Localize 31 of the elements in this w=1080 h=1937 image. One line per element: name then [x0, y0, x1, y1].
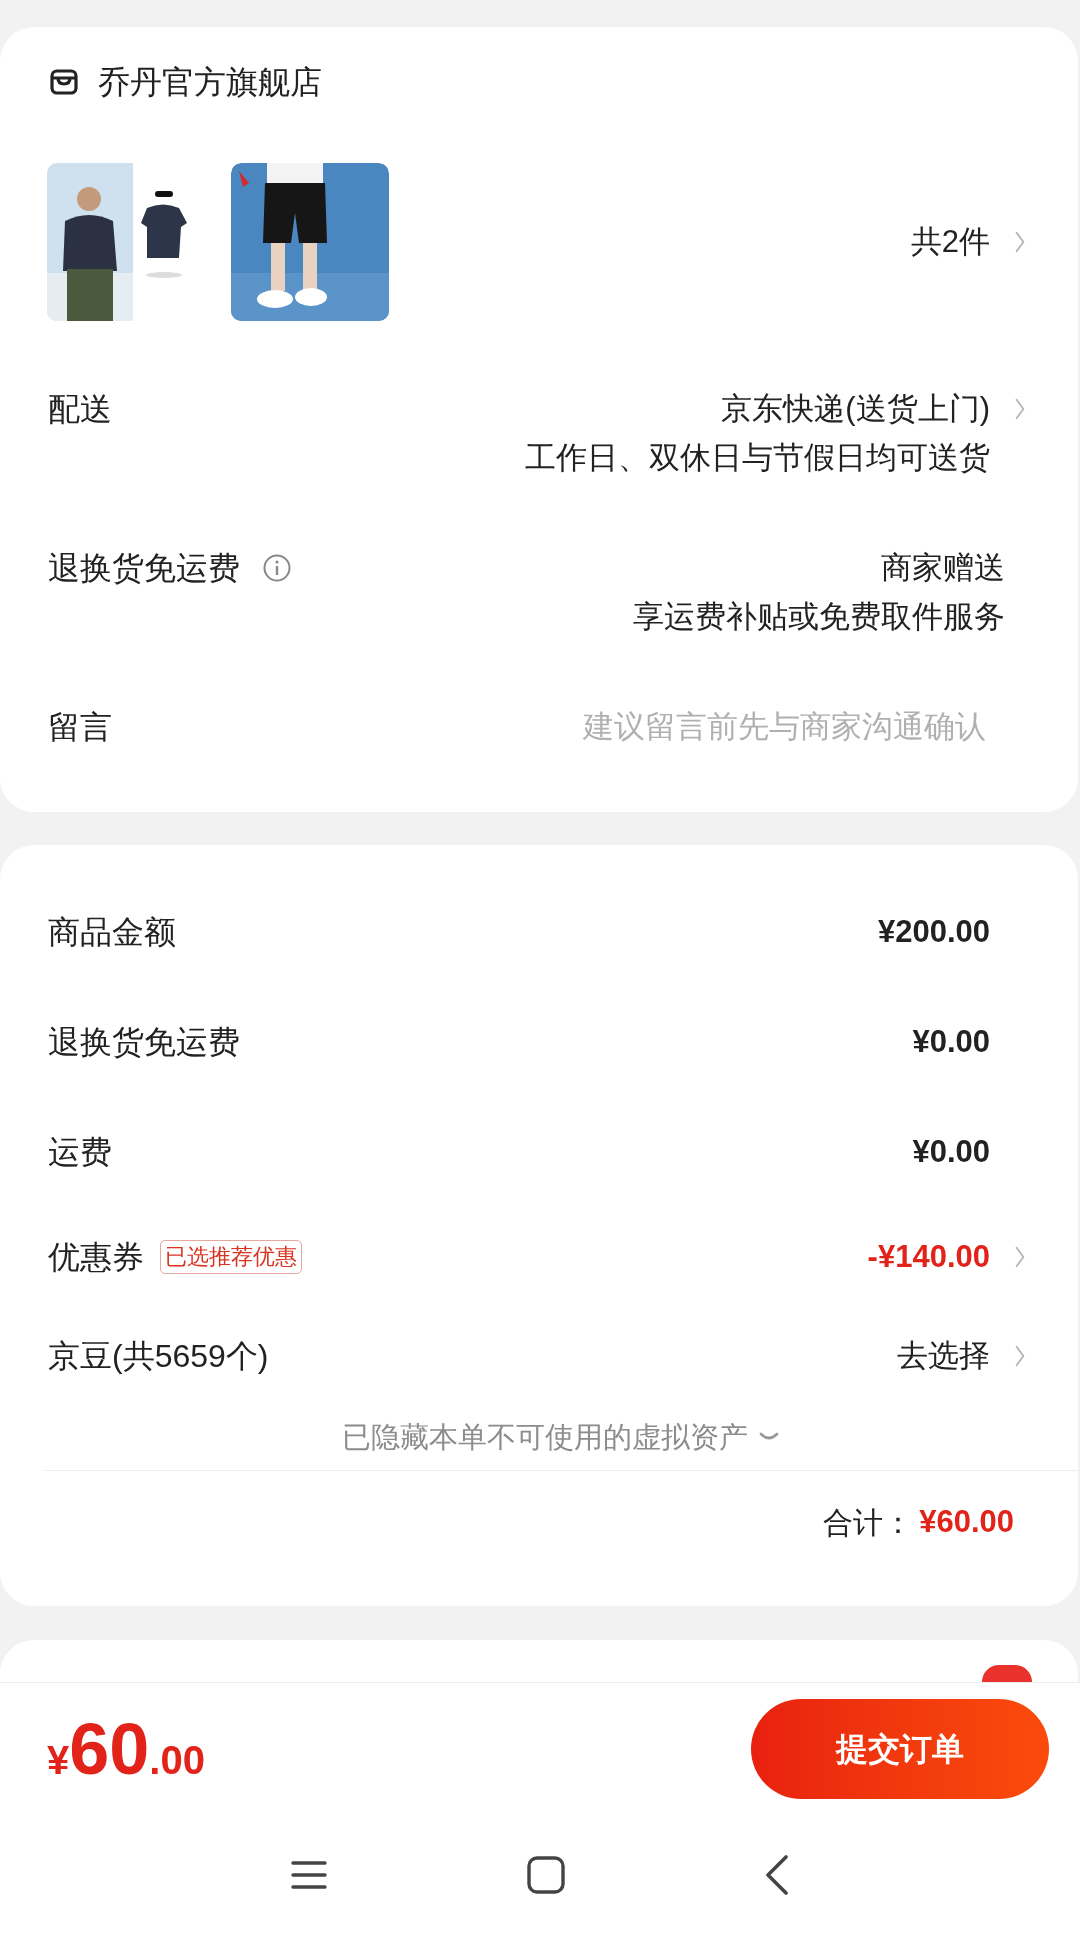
row-label: 配送 — [48, 389, 112, 429]
row-value: 商家赠送 — [881, 549, 1005, 587]
home-icon[interactable] — [527, 1856, 565, 1894]
row-value: 京东快递(送货上门) — [721, 390, 990, 428]
row-value: 工作日、双休日与节假日均可送货 — [525, 439, 990, 477]
row-value[interactable]: 去选择 — [897, 1332, 990, 1380]
row-value: ¥200.00 — [877, 912, 990, 951]
row-label: 运费 — [48, 1133, 112, 1172]
row-value[interactable]: -¥140.00 — [867, 1233, 990, 1281]
item-count[interactable]: 共2件 — [910, 218, 990, 266]
submit-order-button[interactable]: 提交订单 — [751, 1699, 1049, 1799]
row-label: 商品金额 — [48, 913, 176, 952]
row-label: 退换货免运费 — [48, 548, 240, 588]
message-field[interactable]: 建议留言前先与商家沟通确认 — [112, 702, 986, 751]
row-label: 留言 — [48, 707, 112, 747]
row-value: ¥0.00 — [912, 1132, 990, 1171]
subtotal-label: 合计： — [823, 1504, 914, 1541]
row-value: 享运费补贴或免费取件服务 — [633, 598, 1005, 636]
back-icon[interactable] — [765, 1855, 789, 1895]
row-label: 京豆(共5659个) — [48, 1337, 269, 1376]
menu-icon[interactable] — [291, 1860, 327, 1890]
tag: 已选推荐优惠 — [160, 1240, 302, 1274]
row-value: ¥0.00 — [912, 1022, 990, 1061]
info-icon[interactable] — [262, 552, 292, 583]
subtotal-value: ¥60.00 — [919, 1502, 1014, 1541]
row-label: 退换货免运费 — [48, 1023, 240, 1062]
store-icon — [50, 69, 78, 95]
radio-button[interactable] — [982, 1665, 1032, 1682]
row-label: 优惠券 — [48, 1238, 144, 1277]
store-name[interactable]: 乔丹官方旗舰店 — [98, 58, 322, 106]
total-price: ¥60.00 — [47, 1708, 205, 1790]
